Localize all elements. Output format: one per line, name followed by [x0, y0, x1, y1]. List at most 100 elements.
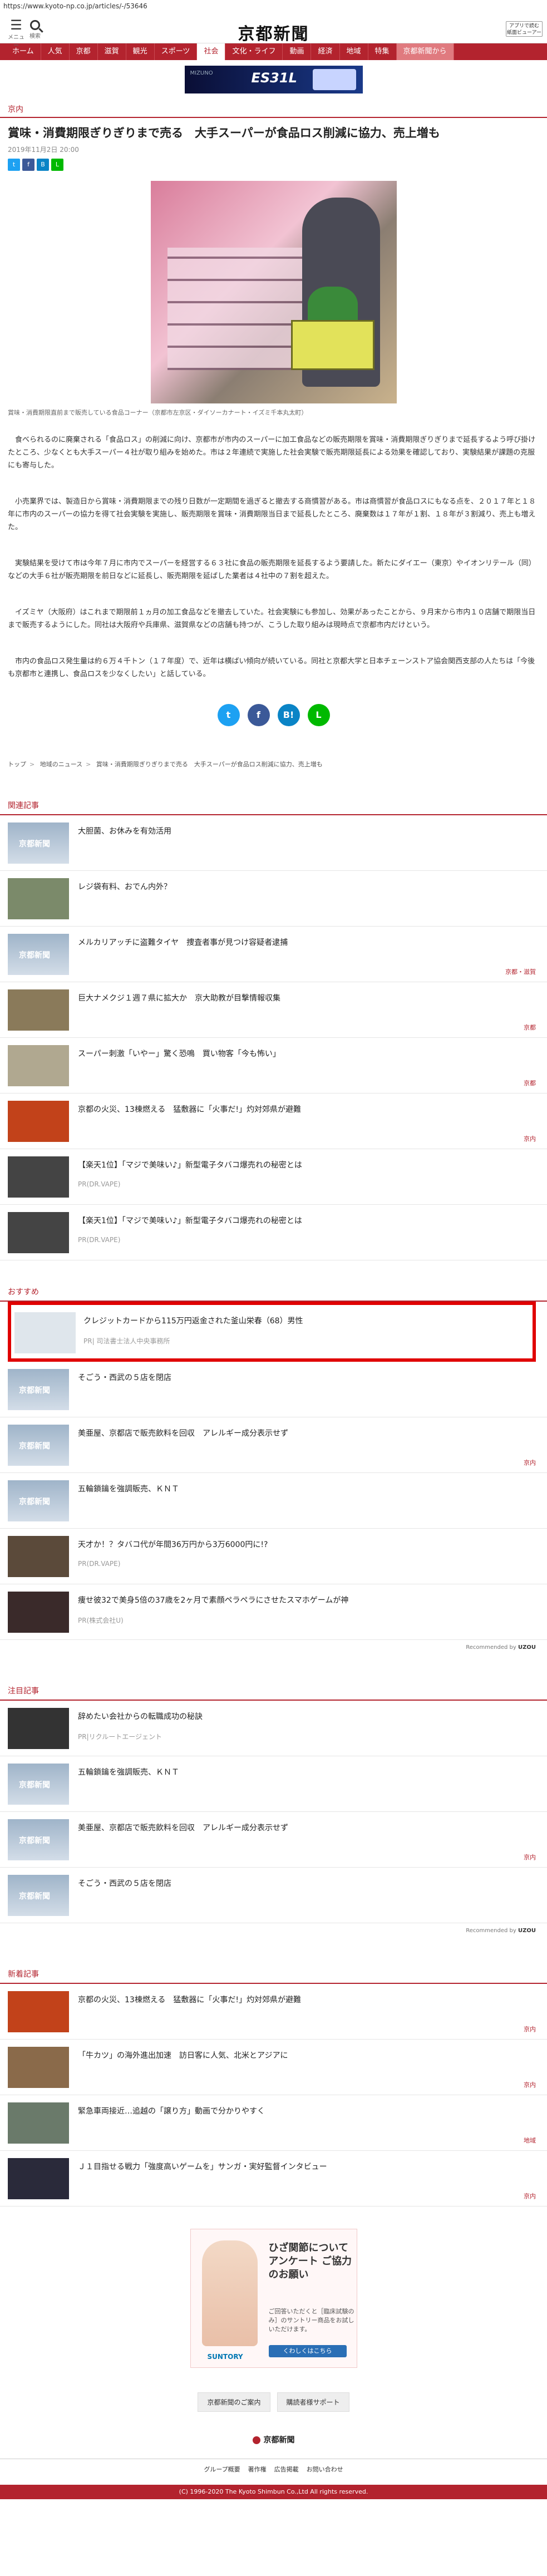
- footer-logo[interactable]: 京都新聞: [0, 2434, 547, 2459]
- twitter-icon[interactable]: t: [8, 159, 20, 171]
- item-sponsor: PR(株式会社U): [78, 1617, 124, 1624]
- latest-item[interactable]: Ｊ１目指せる戦力「強度高いゲームを」サンガ・実好監督インタビュー 京内: [0, 2151, 547, 2206]
- recommended-item[interactable]: 痩せ彼32で美身5倍の37歳を2ヶ月で素顔ペラペラにさせたスマホゲームが神 PR(…: [0, 1584, 547, 1640]
- footer-link-support[interactable]: 購読者様サポート: [277, 2392, 349, 2412]
- item-tag: 京内: [524, 2081, 536, 2089]
- featured-item[interactable]: そごう・西武の５店を閉店: [0, 1868, 547, 1923]
- bottom-nav: グループ概要 著作権 広告掲載 お問い合わせ: [0, 2459, 547, 2485]
- latest-item[interactable]: 京都の火災、13棟燃える 猛敷器に「火事だ!」灼対郊県が避難 京内: [0, 1984, 547, 2040]
- item-title: 巨大ナメクジ１週７県に拡大か 京大助教が目撃情報収集: [78, 994, 280, 1003]
- article-paragraph: イズミヤ（大阪府）はこれまで期限前１ヵ月の加工食品などを撤去していた。社会実験に…: [8, 608, 536, 629]
- recommended-item[interactable]: 美亜屋、京都店で販売飲料を回収 アレルギー成分表示せず京内: [0, 1417, 547, 1473]
- nav-item-culture[interactable]: 文化・ライフ: [225, 43, 283, 60]
- related-item[interactable]: 【楽天1位】「マジで美味い♪」新型電子タバコ爆売れの秘密とは PR(DR.VAPE…: [0, 1149, 547, 1205]
- thumbnail: [8, 1212, 69, 1253]
- twitter-share-icon[interactable]: t: [217, 704, 240, 726]
- site-logo[interactable]: 京都新聞: [0, 20, 547, 45]
- premium-button[interactable]: アプリで読む 紙面ビューアー: [506, 21, 543, 37]
- recommended-item[interactable]: そごう・西武の５店を閉店: [0, 1362, 547, 1417]
- breadcrumb-item[interactable]: 地域のニュース: [40, 761, 82, 768]
- related-item[interactable]: 京都の火災、13棟燃える 猛敷器に「火事だ!」灼対郊県が避難 京内: [0, 1094, 547, 1149]
- nav-item-region[interactable]: 地域: [340, 43, 368, 60]
- article-section-label[interactable]: 京内: [0, 99, 547, 118]
- url-bar[interactable]: https://www.kyoto-np.co.jp/articles/-/53…: [0, 0, 547, 14]
- item-title: 美亜屋、京都店で販売飲料を回収 アレルギー成分表示せず: [78, 1429, 288, 1438]
- copyright: (C) 1996-2020 The Kyoto Shimbun Co.,Ltd …: [0, 2485, 547, 2499]
- item-tag: 京都: [524, 1024, 536, 1031]
- nav-item-shiga[interactable]: 滋賀: [98, 43, 126, 60]
- nav-item-economy[interactable]: 経済: [311, 43, 340, 60]
- recommended-item[interactable]: 天才か！？タバコ代が年間36万円から3万6000円に!? PR(DR.VAPE): [0, 1529, 547, 1584]
- item-title: レジ袋有料、おでん内外？: [78, 883, 171, 891]
- nav-item-kanko[interactable]: 観光: [126, 43, 155, 60]
- item-title: 美亜屋、京都店で販売飲料を回収 アレルギー成分表示せず: [78, 1824, 288, 1833]
- ad-brand: MIZUNO: [190, 70, 213, 76]
- ad-cta-button[interactable]: くわしくはこちら: [268, 2345, 347, 2357]
- breadcrumb: トップ > 地域のニュース > 賞味・消費期限ぎりぎりまで売る 大手スーパーが食品ロ…: [8, 761, 323, 768]
- ad-knee-image: [201, 2240, 258, 2346]
- article-body: 食べられるのに廃棄される「食品ロス」の削減に向け、京都市が市内のスーパーに加工食…: [0, 434, 547, 681]
- related-item[interactable]: 【楽天1位】「マジで美味い♪」新型電子タバコ爆売れの秘密とは PR(DR.VAPE…: [0, 1205, 547, 1260]
- thumbnail: [8, 1101, 69, 1142]
- facebook-icon[interactable]: f: [22, 159, 35, 171]
- related-item[interactable]: スーパー刺激「いやー」驚く恐鳴 買い物客「今も怖い」 京都: [0, 1038, 547, 1094]
- thumbnail: [8, 1708, 69, 1749]
- item-title: スーパー刺激「いやー」驚く恐鳴 買い物客「今も怖い」: [78, 1050, 280, 1058]
- nav-item-kyoto[interactable]: 京都: [70, 43, 98, 60]
- bottom-nav-item[interactable]: お問い合わせ: [307, 2465, 343, 2474]
- related-item[interactable]: メルカリアッチに盗難タイヤ 捜査者事が見つけ容疑者逮捕京都・滋賀: [0, 927, 547, 982]
- recommended-item[interactable]: 五輪鎖鑰を強調販売、ＫＮＴ: [0, 1473, 547, 1529]
- nav-item-more[interactable]: 京都新聞から: [396, 43, 454, 60]
- breadcrumb-item[interactable]: トップ: [8, 761, 26, 768]
- thumbnail: [8, 1536, 69, 1577]
- item-title: そごう・西武の５店を閉店: [78, 1879, 171, 1888]
- item-title: Ｊ１目指せる戦力「強度高いゲームを」サンガ・実好監督インタビュー: [78, 2163, 327, 2171]
- main-nav: ホーム 人気 京都 滋賀 観光 スポーツ 社会 文化・ライフ 動画 経済 地域 …: [0, 43, 547, 60]
- thumbnail: [8, 2047, 69, 2088]
- hatena-share-icon[interactable]: B!: [277, 704, 300, 726]
- featured-item[interactable]: 辞めたい会社からの転職成功の秘訣 PR|リクルートエージェント: [0, 1701, 547, 1756]
- bottom-nav-item[interactable]: グループ概要: [204, 2465, 240, 2474]
- featured-item[interactable]: 美亜屋、京都店で販売飲料を回収 アレルギー成分表示せず京内: [0, 1812, 547, 1868]
- ad-product-image: [312, 69, 356, 90]
- featured-item[interactable]: 五輪鎖鑰を強調販売、ＫＮＴ: [0, 1756, 547, 1812]
- latest-item[interactable]: 緊急車両接近…追越の「譲り方」動画で分かりやすく 地域: [0, 2095, 547, 2151]
- recommended-heading: おすすめ: [0, 1283, 547, 1302]
- item-title: 五輪鎖鑰を強調販売、ＫＮＴ: [78, 1485, 179, 1494]
- item-title: 京都の火災、13棟燃える 猛敷器に「火事だ!」灼対郊県が避難: [78, 1996, 302, 2004]
- recommended-by[interactable]: Recommended by UZOU: [0, 1640, 547, 1678]
- thumbnail: [8, 989, 69, 1031]
- item-title: 「牛カツ」の海外進出加速 訪日客に人気、北米とアジアに: [78, 2051, 288, 2060]
- line-share-icon[interactable]: L: [307, 704, 330, 726]
- item-title: 五輪鎖鑰を強調販売、ＫＮＴ: [78, 1768, 179, 1777]
- nav-item-sports[interactable]: スポーツ: [155, 43, 198, 60]
- facebook-share-icon[interactable]: f: [247, 704, 270, 726]
- item-title: 【楽天1位】「マジで美味い♪」新型電子タバコ爆売れの秘密とは: [78, 1161, 302, 1170]
- bottom-nav-item[interactable]: 著作権: [248, 2465, 267, 2474]
- item-tag: 京内: [524, 1459, 536, 1466]
- footer-links: 京都新聞のご案内 購読者様サポート: [0, 2385, 547, 2434]
- top-banner-ad[interactable]: MIZUNO ES31L: [184, 66, 363, 93]
- item-sponsor: PR| 司法書士法人中央事務所: [83, 1337, 170, 1345]
- item-title: 大胆菌、お休みを有効活用: [78, 827, 171, 836]
- related-item[interactable]: レジ袋有料、おでん内外？: [0, 871, 547, 927]
- recommended-item[interactable]: クレジットカードから115万円返金された釜山栄春（68）男性 PR| 司法書士法人…: [8, 1302, 536, 1362]
- related-item[interactable]: 大胆菌、お休みを有効活用: [0, 815, 547, 871]
- hatena-icon[interactable]: B: [37, 159, 49, 171]
- line-icon[interactable]: L: [51, 159, 63, 171]
- thumbnail: [14, 1312, 76, 1353]
- bottom-nav-item[interactable]: 広告掲載: [274, 2465, 299, 2474]
- thumbnail: [8, 934, 69, 975]
- nav-item-special[interactable]: 特集: [368, 43, 397, 60]
- latest-item[interactable]: 「牛カツ」の海外進出加速 訪日客に人気、北米とアジアに京内: [0, 2040, 547, 2095]
- related-item[interactable]: 巨大ナメクジ１週７県に拡大か 京大助教が目撃情報収集京都: [0, 982, 547, 1038]
- nav-item-video[interactable]: 動画: [283, 43, 312, 60]
- bottom-banner-ad[interactable]: SUNTORY ひざ関節について アンケート ご協力のお願い ご回答いただくと［…: [190, 2229, 357, 2368]
- footer-link-guide[interactable]: 京都新聞のご案内: [198, 2392, 270, 2412]
- article-title: 賞味・消費期限ぎりぎりまで売る 大手スーパーが食品ロス削減に協力、売上増も: [8, 126, 440, 140]
- nav-item-popular[interactable]: 人気: [41, 43, 70, 60]
- nav-item-society[interactable]: 社会: [197, 43, 226, 60]
- item-sponsor: PR|リクルートエージェント: [78, 1733, 162, 1741]
- thumbnail: [8, 1045, 69, 1086]
- recommended-by[interactable]: Recommended by UZOU: [0, 1923, 547, 1962]
